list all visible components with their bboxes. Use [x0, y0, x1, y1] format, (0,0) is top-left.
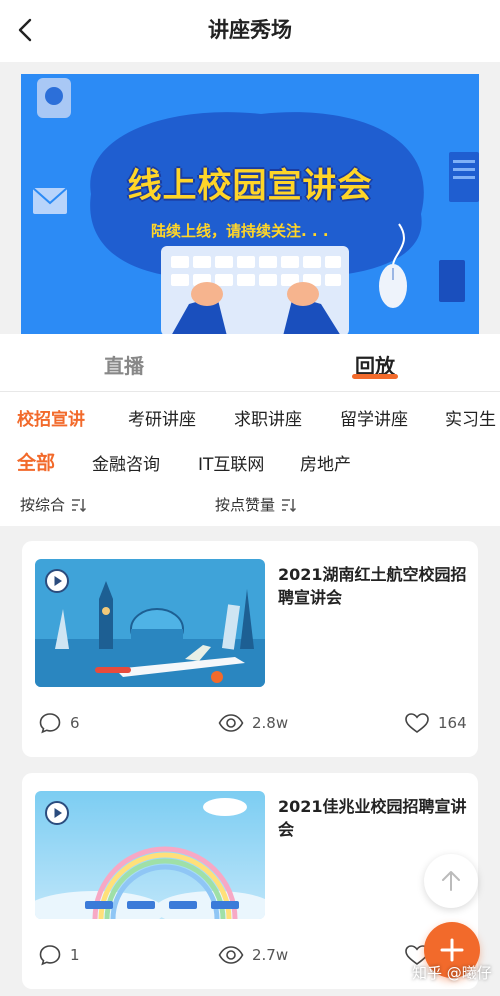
- video-thumbnail[interactable]: [35, 791, 265, 919]
- banner-image[interactable]: 线上校园宣讲会 陆续上线，请持续关注. . .: [21, 74, 479, 334]
- heart-icon: [405, 713, 429, 733]
- category-study-abroad[interactable]: 留学讲座: [340, 405, 408, 430]
- lecture-card[interactable]: 2021佳兆业校园招聘宣讲会 1 2.7w: [22, 773, 478, 989]
- active-tab-indicator: [352, 374, 398, 379]
- category-postgrad[interactable]: 考研讲座: [128, 405, 196, 430]
- subcategory-finance[interactable]: 金融咨询: [92, 450, 160, 475]
- view-count: 2.7w: [218, 943, 288, 967]
- filter-panel: 直播 回放 校招宣讲 考研讲座 求职讲座 留学讲座 实习生 全部 金融咨询 IT…: [0, 334, 500, 526]
- play-icon[interactable]: [45, 569, 69, 593]
- play-icon[interactable]: [45, 801, 69, 825]
- eye-icon: [218, 946, 244, 964]
- travel-landmarks-illustration: [35, 559, 265, 687]
- comment-count[interactable]: 6: [38, 711, 80, 735]
- view-count-value: 2.8w: [252, 714, 289, 732]
- sort-icon: [72, 498, 87, 512]
- arrow-up-icon: [442, 871, 460, 891]
- sort-overall-label: 按综合: [20, 496, 66, 514]
- video-thumbnail[interactable]: [35, 559, 265, 687]
- eye-icon: [218, 714, 244, 732]
- sort-icon: [282, 498, 297, 512]
- banner-title: 线上校园宣讲会: [127, 166, 373, 206]
- banner-subtitle: 陆续上线，请持续关注. . .: [151, 222, 329, 240]
- category-campus-recruitment[interactable]: 校招宣讲: [17, 405, 85, 430]
- comment-count-value: 1: [70, 946, 80, 964]
- comment-icon: [39, 713, 61, 734]
- plus-icon: [440, 938, 464, 962]
- subcategory-all[interactable]: 全部: [17, 448, 55, 475]
- sort-overall[interactable]: 按综合: [20, 494, 87, 515]
- scroll-to-top-button[interactable]: [424, 854, 478, 908]
- card-title[interactable]: 2021湖南红土航空校园招聘宣讲会: [278, 563, 468, 609]
- like-button[interactable]: 164: [404, 711, 467, 735]
- watermark: 知乎 @曦仔: [412, 964, 492, 982]
- lecture-card[interactable]: 2021湖南红土航空校园招聘宣讲会 6 2.8w 164: [22, 541, 478, 757]
- divider: [0, 391, 500, 392]
- header: 讲座秀场: [0, 0, 500, 62]
- view-count: 2.8w: [218, 711, 288, 735]
- sort-likes-label: 按点赞量: [215, 496, 276, 514]
- like-count-value: 164: [438, 714, 467, 732]
- view-count-value: 2.7w: [252, 946, 289, 964]
- comment-count[interactable]: 1: [38, 943, 80, 967]
- subcategory-it-internet[interactable]: IT互联网: [198, 450, 264, 475]
- card-title[interactable]: 2021佳兆业校园招聘宣讲会: [278, 795, 468, 841]
- comment-count-value: 6: [70, 714, 80, 732]
- youth-dream-illustration: [35, 791, 265, 919]
- sort-likes[interactable]: 按点赞量: [215, 494, 297, 515]
- category-intern[interactable]: 实习生: [445, 405, 496, 430]
- tab-live[interactable]: 直播: [104, 350, 144, 379]
- subcategory-real-estate[interactable]: 房地产: [300, 450, 351, 475]
- category-job-seeking[interactable]: 求职讲座: [234, 405, 302, 430]
- page-title: 讲座秀场: [208, 18, 292, 42]
- comment-icon: [39, 945, 61, 966]
